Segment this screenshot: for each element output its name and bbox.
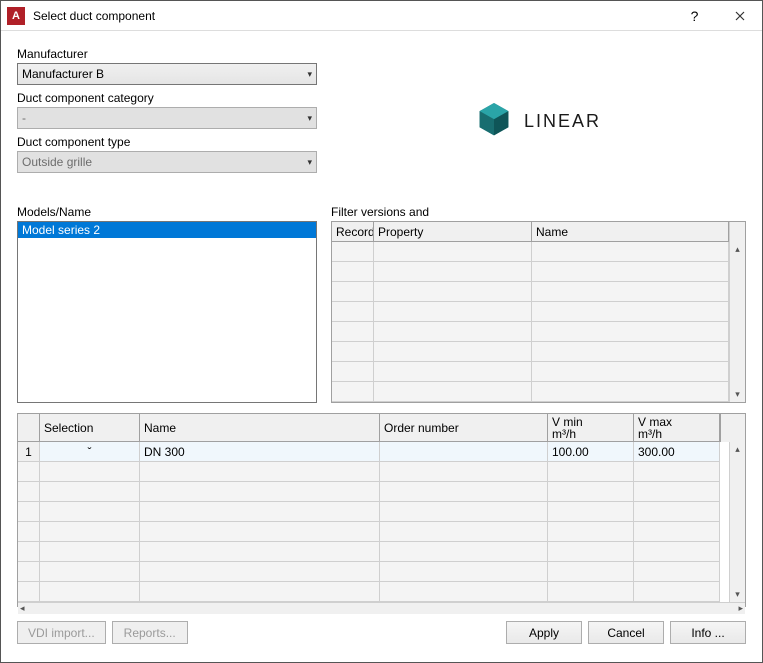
models-label: Models/Name xyxy=(17,205,317,219)
scroll-left-icon[interactable]: ◂ xyxy=(20,603,25,614)
models-listbox[interactable]: Model series 2 xyxy=(17,221,317,403)
filter-scroll-corner xyxy=(729,222,745,242)
button-row: VDI import... Reports... Apply Cancel In… xyxy=(17,621,746,644)
scroll-down-icon[interactable]: ▾ xyxy=(735,387,740,402)
filter-header-record[interactable]: Record xyxy=(332,222,374,242)
spec-header-vmax[interactable]: V max m³/h xyxy=(634,414,720,442)
spec-scrollbar-vertical[interactable]: ▴ ▾ xyxy=(729,442,745,602)
help-button[interactable]: ? xyxy=(672,1,717,31)
close-icon xyxy=(735,11,745,21)
left-column: Manufacturer Manufacturer B ▾ Duct compo… xyxy=(17,43,317,199)
row-vmax: 300.00 xyxy=(634,442,720,462)
row-selection[interactable]: ˇ xyxy=(40,442,140,462)
scroll-up-icon[interactable]: ▴ xyxy=(735,442,740,457)
chevron-down-icon: ▾ xyxy=(307,157,312,168)
content-area: Manufacturer Manufacturer B ▾ Duct compo… xyxy=(1,31,762,662)
apply-button[interactable]: Apply xyxy=(506,621,582,644)
filter-title: Filter versions and xyxy=(331,205,746,219)
info-button[interactable]: Info ... xyxy=(670,621,746,644)
manufacturer-label: Manufacturer xyxy=(17,47,317,61)
scroll-right-icon[interactable]: ▸ xyxy=(738,603,743,614)
scroll-up-icon[interactable]: ▴ xyxy=(735,242,740,257)
preview-pane: LINEAR xyxy=(331,43,746,199)
table-row[interactable]: 1 ˇ DN 300 100.00 300.00 xyxy=(18,442,729,462)
brand-logo-icon xyxy=(476,101,512,141)
spec-header-corner xyxy=(18,414,40,442)
spec-rows[interactable]: 1 ˇ DN 300 100.00 300.00 xyxy=(18,442,729,602)
reports-button: Reports... xyxy=(112,621,188,644)
row-order xyxy=(380,442,548,462)
filter-header-property[interactable]: Property xyxy=(374,222,532,242)
close-button[interactable] xyxy=(717,1,762,31)
spec-header-order[interactable]: Order number xyxy=(380,414,548,442)
category-label: Duct component category xyxy=(17,91,317,105)
filter-scrollbar[interactable]: ▴ ▾ xyxy=(729,242,745,402)
chevron-down-icon: ▾ xyxy=(307,113,312,124)
brand-logo-text: LINEAR xyxy=(524,111,601,132)
spec-header-name[interactable]: Name xyxy=(140,414,380,442)
filter-grid: Record Property Name xyxy=(331,221,746,403)
manufacturer-value: Manufacturer B xyxy=(22,67,104,81)
category-value: - xyxy=(22,111,26,125)
manufacturer-combo[interactable]: Manufacturer B ▾ xyxy=(17,63,317,85)
vdi-import-button: VDI import... xyxy=(17,621,106,644)
spec-scroll-corner xyxy=(720,414,736,442)
filter-header-name[interactable]: Name xyxy=(532,222,729,242)
row-vmin: 100.00 xyxy=(548,442,634,462)
filter-rows[interactable] xyxy=(332,242,729,402)
cancel-button[interactable]: Cancel xyxy=(588,621,664,644)
category-combo: - ▾ xyxy=(17,107,317,129)
spec-scrollbar-horizontal[interactable]: ◂ ▸ xyxy=(18,602,745,614)
chevron-down-icon: ▾ xyxy=(307,69,312,80)
spec-grid: Selection Name Order number V min m³/h V… xyxy=(17,413,746,607)
row-index: 1 xyxy=(18,442,40,462)
app-icon: A xyxy=(7,7,25,25)
models-column: Models/Name Model series 2 xyxy=(17,201,317,403)
type-label: Duct component type xyxy=(17,135,317,149)
spec-header-selection[interactable]: Selection xyxy=(40,414,140,442)
type-combo: Outside grille ▾ xyxy=(17,151,317,173)
scroll-down-icon[interactable]: ▾ xyxy=(735,587,740,602)
spec-header-vmin[interactable]: V min m³/h xyxy=(548,414,634,442)
type-value: Outside grille xyxy=(22,155,92,169)
window-title: Select duct component xyxy=(33,9,672,23)
list-item[interactable]: Model series 2 xyxy=(18,222,316,238)
titlebar: A Select duct component ? xyxy=(1,1,762,31)
row-name: DN 300 xyxy=(140,442,380,462)
filter-column: Filter versions and Record Property Name xyxy=(331,201,746,403)
upper-row: Manufacturer Manufacturer B ▾ Duct compo… xyxy=(17,43,746,199)
mid-row: Models/Name Model series 2 Filter versio… xyxy=(17,201,746,403)
